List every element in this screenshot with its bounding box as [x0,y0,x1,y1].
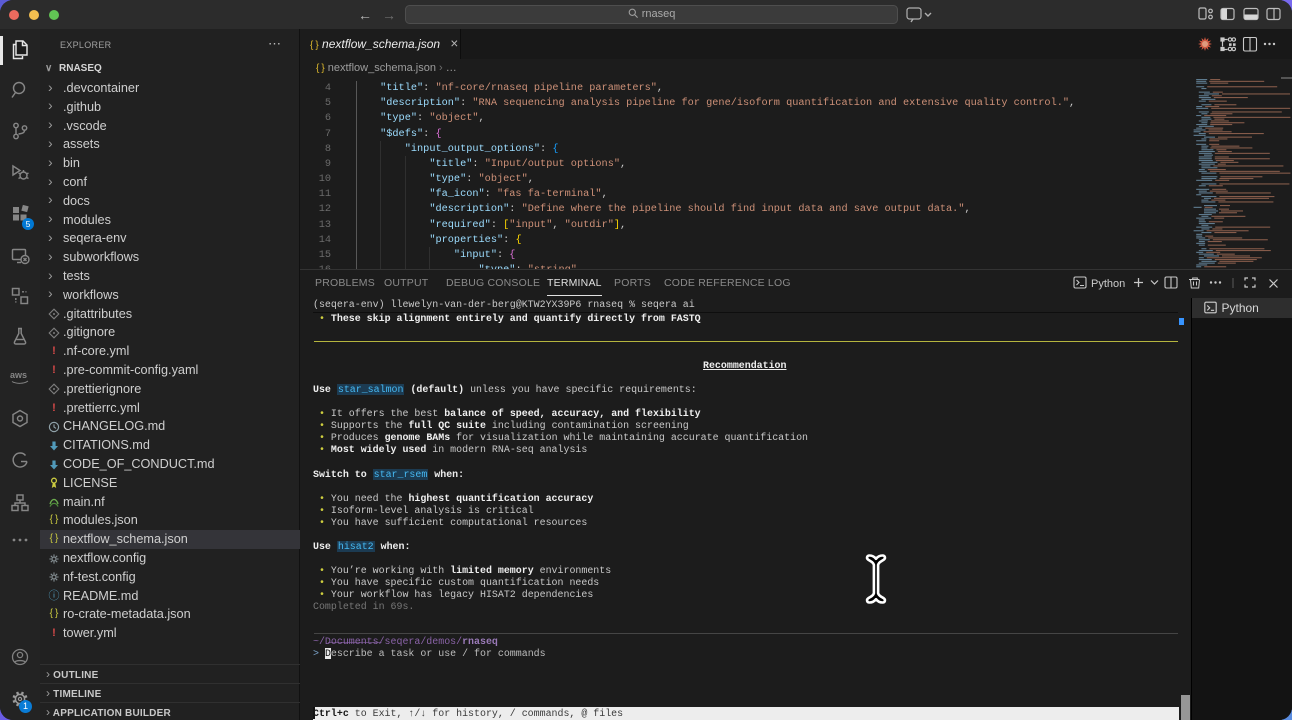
svg-text:Python: Python [1091,278,1125,290]
